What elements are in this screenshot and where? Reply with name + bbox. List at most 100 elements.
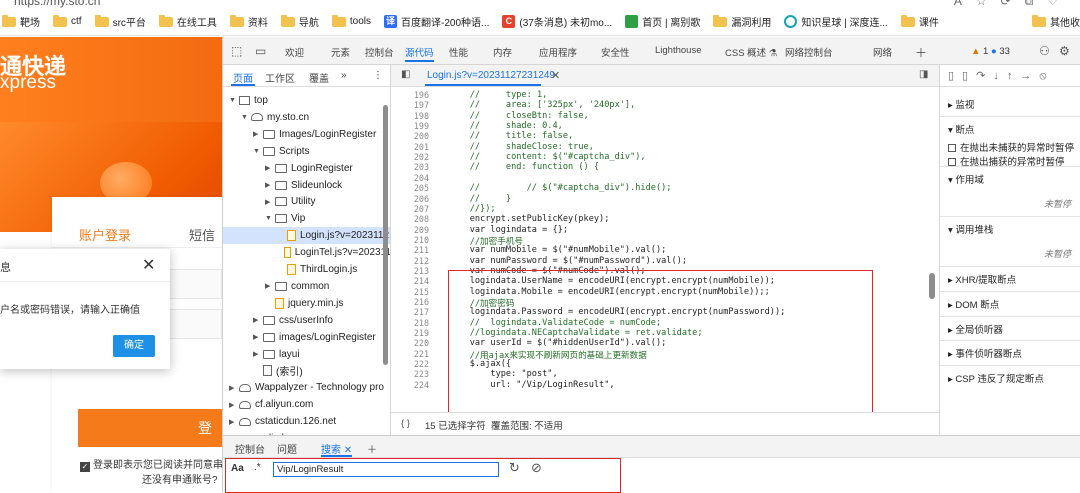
tree-item[interactable]: jquery.min.js — [223, 295, 390, 312]
debugger-section[interactable]: ▸ 全局侦听器 — [948, 322, 1003, 336]
line-number[interactable]: 201 — [414, 142, 429, 152]
debugger-section[interactable]: ▸ 监视 — [948, 97, 974, 111]
device-toggle-icon[interactable]: ▭ — [255, 44, 266, 58]
debugger-controls[interactable]: ▯▯↷↓↑→⦸ — [940, 65, 1080, 87]
bookmark-item[interactable]: 其他收 — [1032, 14, 1080, 29]
expand-icon[interactable]: ▼ — [241, 114, 251, 121]
debugger-section[interactable]: ▸ DOM 断点 — [948, 297, 999, 311]
expand-icon[interactable]: ▼ — [265, 215, 275, 222]
bookmark-item[interactable]: 首页 | 离别歌 — [625, 14, 700, 29]
settings-icon[interactable]: ⚙ — [1059, 44, 1070, 58]
code-line[interactable]: // // $("#captcha_div").hide(); — [449, 183, 672, 193]
code-line[interactable]: // closeBtn: false, — [449, 111, 589, 121]
tab-search[interactable]: 搜索 ✕ — [321, 441, 353, 457]
collapse-icon[interactable]: ▶ — [229, 418, 239, 426]
collapse-icon[interactable]: ▶ — [253, 130, 263, 138]
line-number[interactable]: 214 — [414, 276, 429, 286]
line-number[interactable]: 196 — [414, 90, 429, 100]
line-number[interactable]: 203 — [414, 162, 429, 172]
code-line[interactable]: // content: $("#captcha_div"), — [449, 152, 646, 162]
collapse-icon[interactable]: ▶ — [265, 198, 275, 206]
close-tab-icon[interactable]: ✕ — [551, 69, 560, 82]
bookmark-item[interactable]: 资料 — [229, 14, 268, 29]
line-number[interactable]: 200 — [414, 131, 429, 141]
debugger-section[interactable]: ▸ CSP 违反了规定断点 — [948, 371, 1044, 385]
line-number[interactable]: 199 — [414, 121, 429, 131]
devtools-tab[interactable]: CSS 概述 ⚗ — [725, 45, 777, 59]
editor-scrollbar[interactable] — [929, 273, 935, 299]
bookmark-item[interactable]: src平台 — [94, 14, 146, 29]
tree-item[interactable]: ▶ css/userInfo — [223, 312, 390, 329]
line-number[interactable]: 206 — [414, 194, 429, 204]
line-number[interactable]: 208 — [414, 214, 429, 224]
add-drawer-tab-icon[interactable]: ＋ — [367, 441, 377, 456]
bookmark-item[interactable]: 在线工具 — [158, 14, 217, 29]
code-line[interactable]: var logindata = {}; — [449, 225, 568, 235]
bookmark-item[interactable]: 靶场 — [2, 14, 40, 29]
tree-item[interactable]: ▼ my.sto.cn — [223, 109, 390, 126]
devtools-tab[interactable]: 网络 — [873, 45, 892, 59]
line-number[interactable]: 212 — [414, 256, 429, 266]
tab-account-login[interactable]: 账户登录 — [79, 225, 131, 244]
code-line[interactable]: // shade: 0.4, — [449, 121, 563, 131]
tab-sms-login[interactable]: 短信 — [189, 225, 215, 244]
expand-icon[interactable]: ▼ — [229, 97, 239, 104]
tree-item[interactable]: ▶ Images/LoginRegister — [223, 126, 390, 143]
tree-item[interactable]: ▼ Scripts — [223, 143, 390, 160]
devtools-tab[interactable]: 内存 — [493, 45, 512, 59]
bookmark-item[interactable]: 课件 — [900, 14, 939, 29]
tree-item[interactable]: LoginTel.js?v=202311 — [223, 244, 390, 261]
line-number[interactable]: 224 — [414, 380, 429, 390]
add-tab-icon[interactable]: ＋ — [915, 44, 927, 61]
checkbox[interactable] — [948, 158, 956, 166]
line-number[interactable]: 222 — [414, 359, 429, 369]
tree-item[interactable]: ▶ Utility — [223, 193, 390, 210]
tree-item[interactable]: ▶ common — [223, 278, 390, 295]
debugger-section[interactable]: ▾ 断点 — [948, 122, 974, 136]
tree-item[interactable]: (索引) — [223, 362, 390, 379]
checkbox[interactable] — [948, 144, 956, 152]
code-line[interactable]: // } — [449, 194, 511, 204]
collapse-icon[interactable]: ▶ — [229, 384, 239, 392]
line-number[interactable]: 218 — [414, 318, 429, 328]
debugger-section[interactable]: ▸ XHR/提取断点 — [948, 272, 1016, 286]
check-icon[interactable]: ✓ — [80, 462, 90, 472]
toggle-navigator-icon[interactable]: ◧ — [401, 69, 410, 80]
line-number[interactable]: 204 — [414, 173, 429, 183]
collapse-icon[interactable]: ▶ — [253, 333, 263, 341]
tab-overrides[interactable]: 覆盖 — [309, 70, 329, 85]
tree-item[interactable]: Login.js?v=2023112 — [223, 227, 390, 245]
code-line[interactable]: // area: ['325px', '240px'], — [449, 100, 636, 110]
login-button[interactable]: 登 — [78, 409, 222, 447]
devtools-tab[interactable]: 源代码 — [405, 45, 434, 62]
tree-item[interactable]: ▶ layui — [223, 346, 390, 363]
bookmark-item[interactable]: 漏洞利用 — [713, 14, 771, 29]
collapse-icon[interactable]: ▶ — [265, 164, 275, 172]
tree-item[interactable]: ▼ Vip — [223, 210, 390, 227]
address-bar[interactable]: https://my.sto.cn A☆⟳⧉♡ — [0, 0, 1080, 8]
line-number[interactable]: 198 — [414, 111, 429, 121]
bookmark-item[interactable]: 译百度翻译-200种语... — [384, 14, 489, 29]
browser-actions[interactable]: A☆⟳⧉♡ — [954, 0, 1072, 8]
debugger-section[interactable]: ▾ 调用堆栈 — [948, 222, 993, 236]
code-line[interactable]: var numMobile = $("#numMobile").val(); — [449, 245, 667, 255]
debugger-section[interactable]: ▸ 事件侦听器断点 — [948, 346, 1022, 360]
debugger-section[interactable]: ▾ 作用域 — [948, 172, 984, 186]
bookmark-item[interactable]: 知识星球 | 深度连... — [784, 14, 888, 29]
line-number[interactable]: 211 — [414, 245, 429, 255]
line-number[interactable]: 219 — [414, 328, 429, 338]
line-number[interactable]: 217 — [414, 307, 429, 317]
register-link[interactable]: 还没有申通账号? — [142, 471, 218, 486]
collapse-icon[interactable]: ▶ — [253, 350, 263, 358]
devtools-tab[interactable]: 性能 — [449, 45, 468, 59]
tab-pages[interactable]: 页面 — [231, 70, 255, 86]
line-number[interactable]: 216 — [414, 297, 429, 307]
connections-icon[interactable]: ⚇ — [1039, 44, 1050, 58]
code-line[interactable]: var numPassword = $("#numPassword").val(… — [449, 256, 687, 266]
tab-workspace[interactable]: 工作区 — [265, 70, 295, 85]
devtools-tab[interactable]: 网络控制台 — [785, 45, 833, 59]
tree-item[interactable]: ▶ cstaticdun.126.net — [223, 413, 390, 430]
code-line[interactable]: // shadeClose: true, — [449, 142, 594, 152]
code-line[interactable]: // end: function () { — [449, 162, 599, 172]
kebab-menu-icon[interactable]: ⋮ — [373, 70, 383, 81]
